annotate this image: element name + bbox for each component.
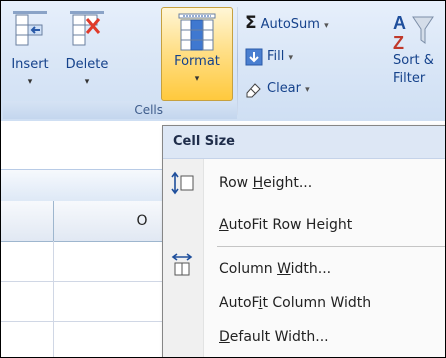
insert-dropdown-arrow: ▾ — [27, 77, 33, 87]
insert-cells-icon — [13, 11, 47, 46]
sort-filter-button[interactable]: A Z Sort & Filter — [389, 7, 445, 105]
eraser-icon — [246, 82, 261, 97]
cells-group-label: Cells — [3, 101, 237, 119]
fill-label: Fill — [267, 49, 285, 64]
menu-heading-cell-size: Cell Size — [163, 126, 445, 159]
delete-label: Delete — [65, 57, 109, 72]
column-width-hotkey: W — [277, 261, 291, 277]
autofit-column-width-text-post: t Column Width — [262, 295, 372, 311]
autosum-dropdown-arrow: ▾ — [324, 21, 329, 31]
column-width-text-pre: Column — [219, 261, 278, 277]
fill-button[interactable]: Fill ▾ — [245, 47, 293, 67]
clear-dropdown-arrow: ▾ — [305, 85, 310, 95]
clear-button[interactable]: Clear ▾ — [245, 79, 310, 99]
clear-label: Clear — [267, 81, 301, 96]
format-label: Format — [174, 54, 220, 69]
menu-item-default-width[interactable]: Default Width... — [219, 322, 329, 352]
column-width-text-post: idth... — [290, 261, 332, 277]
default-width-hotkey: D — [219, 329, 230, 345]
format-dropdown-menu: Cell Size Row Height... AutoFit Row Heig… — [162, 125, 445, 357]
cells-group-label-text: Cells — [134, 103, 163, 117]
row-height-text-pre: Row — [219, 175, 253, 191]
insert-label: Insert — [11, 57, 49, 72]
autofit-row-height-text: utoFit Row Height — [228, 217, 353, 233]
sort-filter-icon: A Z — [393, 13, 434, 53]
grid-line — [53, 241, 54, 357]
delete-dropdown-arrow: ▾ — [84, 77, 90, 87]
insert-button[interactable]: Insert ▾ — [3, 7, 57, 105]
autofit-column-width-text-pre: AutoF — [219, 295, 259, 311]
fill-dropdown-arrow: ▾ — [288, 53, 294, 63]
autofit-row-height-hotkey: A — [219, 217, 229, 233]
autosum-label: AutoSum — [260, 17, 320, 32]
delete-cells-icon — [70, 11, 104, 46]
format-cells-icon — [178, 13, 216, 51]
menu-item-autofit-column-width[interactable]: AutoFit Column Width — [219, 288, 371, 318]
default-width-text: efault Width... — [229, 329, 329, 345]
menu-item-autofit-row-height[interactable]: AutoFit Row Height — [219, 210, 352, 240]
row-height-icon — [171, 171, 194, 195]
row-height-hotkey: H — [252, 175, 264, 191]
ribbon: Insert ▾ Delete ▾ Format ▾ Σ AutoSum ▾ F… — [1, 1, 445, 121]
format-button[interactable]: Format ▾ — [161, 7, 233, 101]
sort-filter-label-line1: Sort & — [393, 53, 434, 68]
row-height-text-post: eight... — [263, 175, 313, 191]
fill-down-icon — [245, 48, 263, 65]
ribbon-group-separator — [237, 7, 238, 115]
autosum-button[interactable]: Σ AutoSum ▾ — [245, 13, 329, 33]
menu-item-column-width[interactable]: Column Width... — [219, 254, 331, 284]
menu-divider — [217, 246, 445, 247]
sort-filter-label-line2: Filter — [393, 71, 426, 86]
column-header-blank[interactable] — [1, 201, 54, 241]
svg-text:A: A — [393, 13, 406, 33]
svg-text:Z: Z — [393, 33, 404, 53]
menu-item-row-height[interactable]: Row Height... — [219, 168, 312, 198]
sigma-icon: Σ — [245, 13, 257, 33]
format-dropdown-arrow: ▾ — [194, 74, 200, 84]
excel-window: Insert ▾ Delete ▾ Format ▾ Σ AutoSum ▾ F… — [0, 0, 446, 358]
column-width-icon — [171, 253, 193, 276]
delete-button[interactable]: Delete ▾ — [59, 7, 115, 105]
